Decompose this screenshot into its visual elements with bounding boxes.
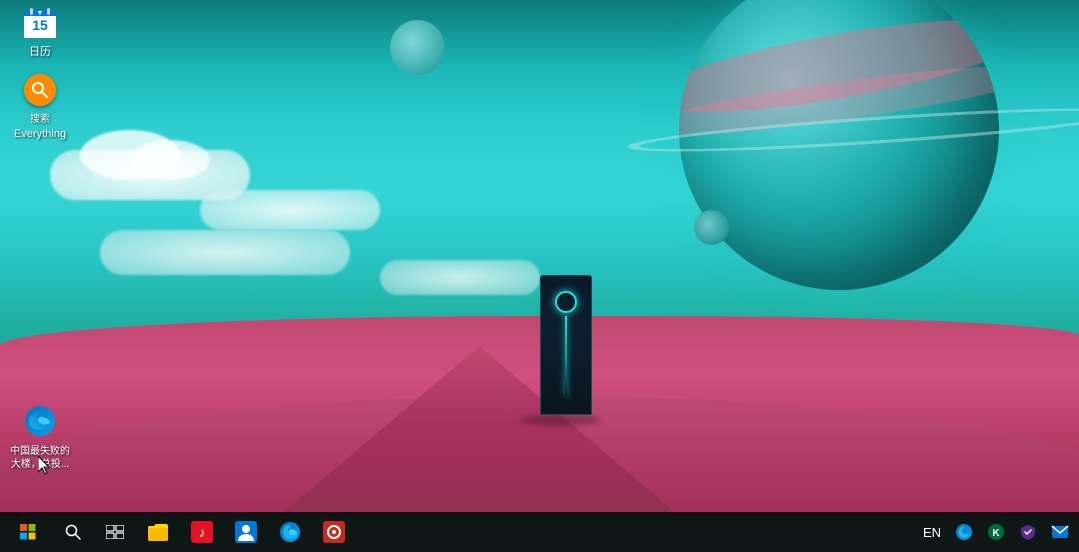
language-label: EN bbox=[923, 525, 941, 540]
cloud-4 bbox=[380, 260, 540, 295]
everything-sublabel: 搜索 bbox=[27, 113, 53, 127]
monolith-shadow bbox=[520, 415, 600, 425]
edge-desktop-label: 中国最失败的大楼，总投... bbox=[6, 444, 74, 472]
moon-small-mid bbox=[694, 210, 729, 245]
taskbar-taskview-button[interactable] bbox=[94, 512, 136, 552]
desktop-icon-everything[interactable]: 搜索 Everything bbox=[5, 70, 75, 142]
taskbar-app-music[interactable]: ♪ bbox=[180, 512, 224, 552]
cloud-3 bbox=[100, 230, 350, 275]
tray-notifications[interactable] bbox=[1045, 512, 1075, 552]
svg-text:▼: ▼ bbox=[37, 10, 44, 17]
edge-desktop-icon-img bbox=[20, 401, 60, 441]
desktop: ▼ 15 日历 搜索 Everything bbox=[0, 0, 1079, 552]
everything-search-icon bbox=[20, 70, 60, 110]
taskbar-app-people[interactable] bbox=[224, 512, 268, 552]
taskbar-app-red[interactable] bbox=[312, 512, 356, 552]
desktop-icon-calendar[interactable]: ▼ 15 日历 bbox=[5, 2, 75, 60]
tray-vpn-shield[interactable] bbox=[1013, 512, 1043, 552]
taskbar-search-button[interactable] bbox=[52, 512, 94, 552]
cloud-2 bbox=[200, 190, 380, 230]
start-button[interactable] bbox=[4, 512, 52, 552]
taskbar-app-file-explorer[interactable] bbox=[136, 512, 180, 552]
tray-language[interactable]: EN bbox=[917, 512, 947, 552]
taskbar: ♪ bbox=[0, 512, 1079, 552]
svg-text:♪: ♪ bbox=[199, 524, 206, 540]
svg-text:15: 15 bbox=[32, 17, 48, 33]
taskbar-app-edge[interactable] bbox=[268, 512, 312, 552]
system-tray: EN K bbox=[917, 512, 1075, 552]
calendar-icon-label: 日历 bbox=[26, 45, 54, 60]
tray-kaspersky[interactable]: K bbox=[981, 512, 1011, 552]
calendar-icon: ▼ 15 bbox=[20, 2, 60, 42]
tray-edge-icon[interactable] bbox=[949, 512, 979, 552]
everything-icon-label: Everything bbox=[11, 127, 69, 142]
moon-small-top bbox=[390, 20, 445, 75]
svg-text:K: K bbox=[992, 528, 1000, 539]
monolith-tower bbox=[540, 275, 592, 415]
desktop-icon-edge[interactable]: 中国最失败的大楼，总投... bbox=[5, 401, 75, 472]
